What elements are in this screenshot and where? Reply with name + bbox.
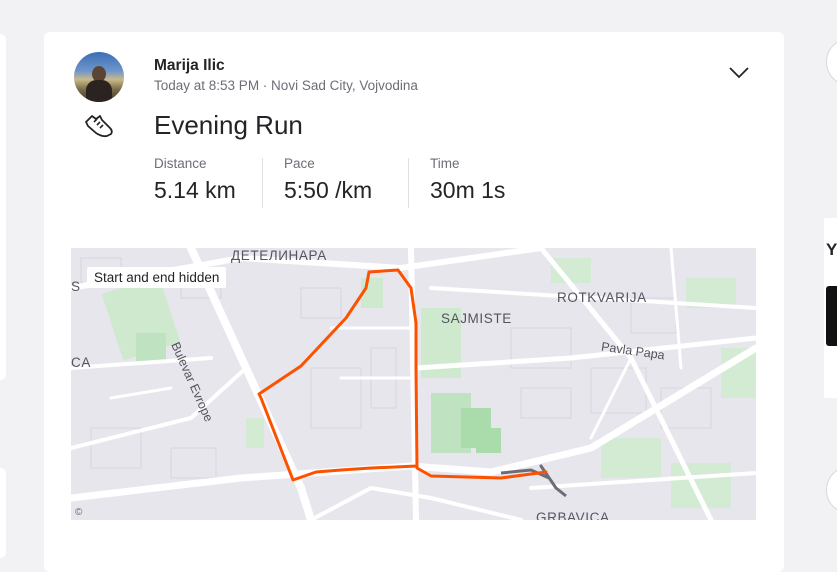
avatar[interactable] — [74, 52, 124, 102]
route-map[interactable]: ДЕТЕЛИНАРА ROTKVARIJA SAJMISTE GRBAVICA … — [71, 248, 756, 520]
stat-label: Pace — [284, 156, 315, 171]
stat-divider — [408, 158, 409, 208]
map-canvas — [71, 248, 756, 520]
stat-pace: Pace 5:50 /km — [284, 156, 372, 204]
stat-distance: Distance 5.14 km — [154, 156, 236, 204]
activity-title[interactable]: Evening Run — [154, 110, 303, 141]
left-panel-card-lower — [0, 468, 6, 558]
athlete-name[interactable]: Marija Ilic — [154, 57, 225, 75]
map-label-grbavica: GRBAVICA — [536, 510, 610, 520]
right-rail-heading: Y — [826, 240, 837, 259]
map-label-rotkvarija: ROTKVARIJA — [557, 290, 647, 305]
map-label-detelinara: ДЕТЕЛИНАРА — [231, 248, 327, 263]
stat-time: Time 30m 1s — [430, 156, 505, 204]
running-shoe-icon — [85, 115, 113, 138]
stat-label: Distance — [154, 156, 207, 171]
right-rail-avatar-lower[interactable] — [826, 466, 837, 514]
left-panel-card — [0, 34, 6, 380]
stat-value: 30m 1s — [430, 177, 506, 203]
map-label-edge-mid: CA — [71, 355, 91, 370]
chevron-down-icon[interactable] — [728, 66, 750, 80]
right-rail-avatar[interactable] — [826, 38, 837, 86]
stat-value: 5:50 /km — [284, 177, 373, 203]
stat-divider — [262, 158, 263, 208]
map-label-sajmiste: SAJMISTE — [441, 311, 512, 326]
map-attribution-icon[interactable]: © — [75, 507, 82, 518]
activity-card: Marija Ilic Today at 8:53 PM · Novi Sad … — [44, 32, 784, 572]
stat-label: Time — [430, 156, 460, 171]
right-rail-badge[interactable] — [826, 286, 837, 346]
privacy-badge: Start and end hidden — [87, 267, 227, 288]
stat-value: 5.14 km — [154, 177, 236, 203]
map-label-edge-top: S — [71, 279, 81, 294]
activity-meta: Today at 8:53 PM · Novi Sad City, Vojvod… — [154, 78, 418, 93]
